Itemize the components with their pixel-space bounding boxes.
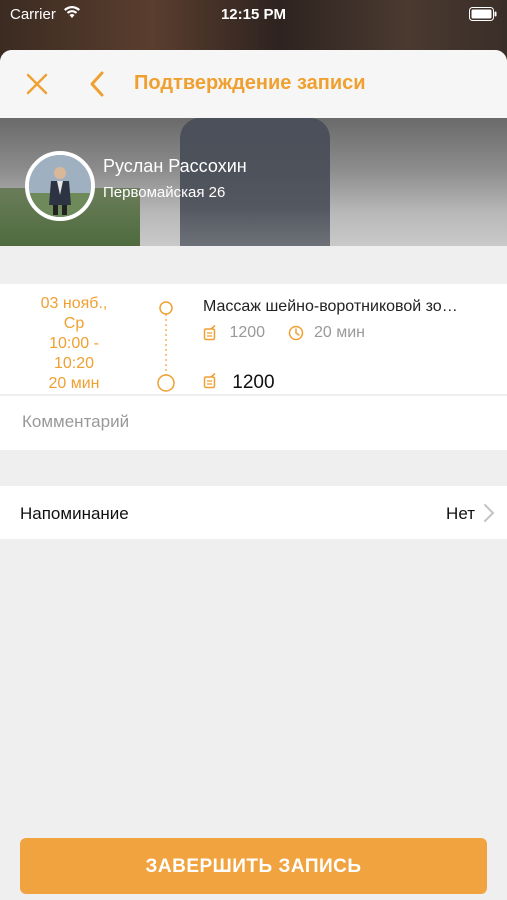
comment-input[interactable] xyxy=(20,411,484,433)
banner-photo-figure xyxy=(180,118,330,246)
specialist-banner: Руслан Рассохин Первомайская 26 xyxy=(0,118,507,246)
nav-bar: Подтверждение записи xyxy=(0,50,507,118)
total-price: 1200 xyxy=(232,372,275,393)
service-meta: 1200 20 мин xyxy=(203,324,365,342)
clock: 12:15 PM xyxy=(220,6,287,23)
total-price-tag-icon xyxy=(203,372,232,393)
status-bar: Carrier 12:15 PM xyxy=(0,0,507,30)
back-chevron-icon[interactable] xyxy=(86,69,110,99)
booking-datetime: 03 нояб., Ср 10:00 - 10:20 20 мин xyxy=(0,294,148,394)
clock-icon xyxy=(270,324,314,341)
close-icon[interactable] xyxy=(24,71,50,97)
chevron-right-icon xyxy=(483,503,495,528)
battery-icon xyxy=(469,7,497,25)
booking-details: 03 нояб., Ср 10:00 - 10:20 20 мин Массаж… xyxy=(0,284,507,394)
booking-sheet: Подтверждение записи Руслан Рассохин Пер… xyxy=(0,50,507,900)
booking-time-end: 10:20 xyxy=(53,355,95,372)
service-price: 1200 xyxy=(229,324,266,341)
complete-booking-button[interactable]: ЗАВЕРШИТЬ ЗАПИСЬ xyxy=(20,838,487,894)
booking-date: 03 нояб., xyxy=(40,295,108,312)
comment-row xyxy=(0,395,507,450)
booking-total: 1200 xyxy=(203,372,275,394)
page-title: Подтверждение записи xyxy=(134,72,366,94)
booking-time-start: 10:00 - xyxy=(49,335,99,352)
price-tag-icon xyxy=(203,324,229,341)
reminder-label: Напоминание xyxy=(20,504,129,523)
booking-duration: 20 мин xyxy=(48,375,100,392)
reminder-row[interactable]: Напоминание Нет xyxy=(0,486,507,539)
specialist-address: Первомайская 26 xyxy=(103,184,226,201)
reminder-value: Нет xyxy=(446,504,475,523)
timeline-icon xyxy=(157,301,175,392)
avatar[interactable] xyxy=(25,151,95,221)
service-name: Массаж шейно-воротниковой зо… xyxy=(203,298,458,315)
service-duration: 20 мин xyxy=(313,324,365,341)
booking-weekday: Ср xyxy=(63,315,85,332)
specialist-name: Руслан Рассохин xyxy=(103,156,247,176)
